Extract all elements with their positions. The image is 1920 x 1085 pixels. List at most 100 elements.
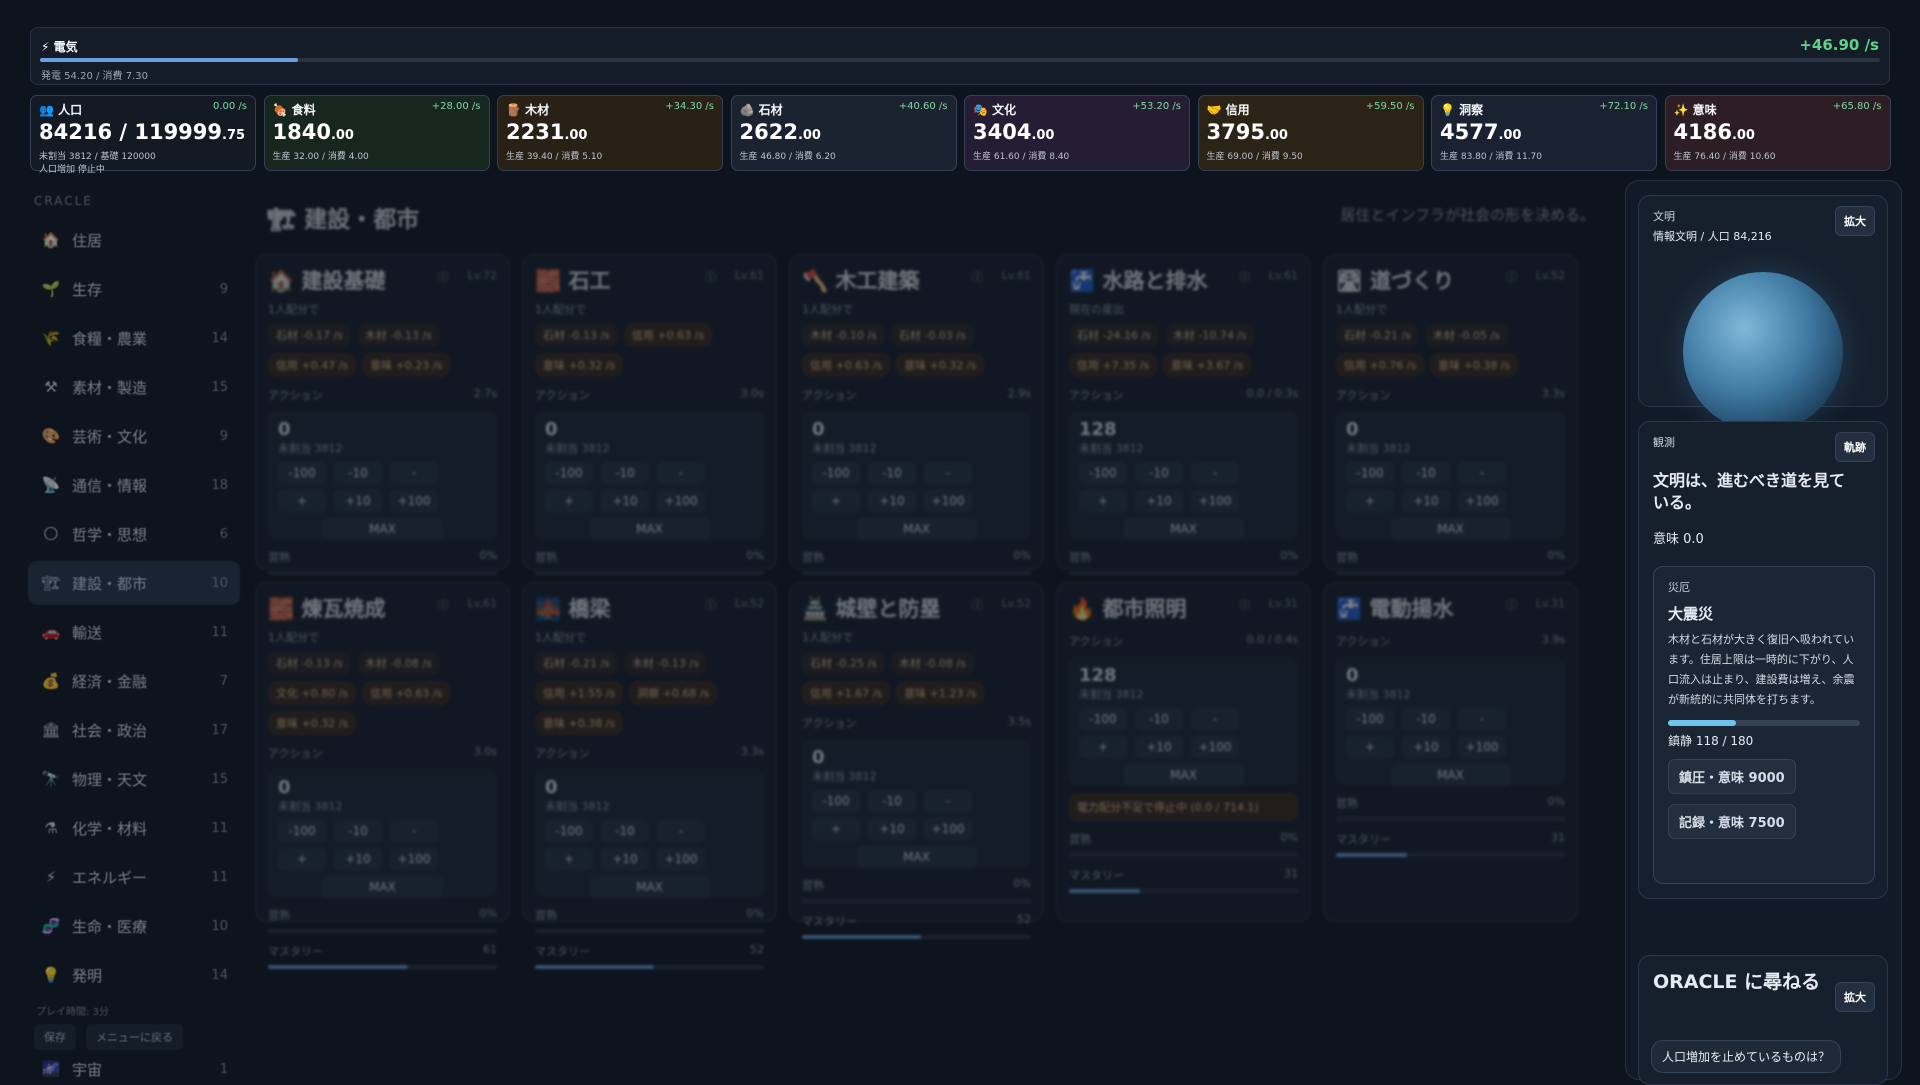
adjust-button[interactable]: +10 xyxy=(334,490,382,512)
adjust-button[interactable]: - xyxy=(924,462,972,484)
adjust-button[interactable]: -10 xyxy=(601,462,649,484)
adjust-button[interactable]: +10 xyxy=(1402,490,1450,512)
adjust-button[interactable]: + xyxy=(812,818,860,840)
sidebar-item[interactable]: ⚡ エネルギー 11 xyxy=(28,855,240,899)
adjust-button[interactable]: -100 xyxy=(545,820,593,842)
info-icon[interactable]: ⓘ xyxy=(1239,597,1250,613)
adjust-button[interactable]: + xyxy=(545,490,593,512)
save-button[interactable]: 保存 xyxy=(34,1024,76,1050)
sidebar-item[interactable]: 🏗 建設・都市 10 xyxy=(28,561,240,605)
adjust-button[interactable]: +100 xyxy=(924,490,972,512)
info-icon[interactable]: ⓘ xyxy=(438,597,449,613)
adjust-button[interactable]: - xyxy=(657,820,705,842)
sidebar-item[interactable]: 📡 通信・情報 18 xyxy=(28,463,240,507)
adjust-button[interactable]: - xyxy=(1191,462,1239,484)
record-button[interactable]: 記録・意味 7500 xyxy=(1668,804,1796,839)
adjust-button[interactable]: -100 xyxy=(1079,462,1127,484)
adjust-button[interactable]: -100 xyxy=(812,462,860,484)
max-button[interactable]: MAX xyxy=(1390,518,1511,540)
max-button[interactable]: MAX xyxy=(322,518,443,540)
max-button[interactable]: MAX xyxy=(1123,764,1244,786)
info-icon[interactable]: ⓘ xyxy=(438,269,449,285)
menu-button[interactable]: メニューに戻る xyxy=(86,1024,183,1050)
adjust-button[interactable]: +100 xyxy=(657,848,705,870)
adjust-button[interactable]: - xyxy=(390,462,438,484)
adjust-button[interactable]: -100 xyxy=(1079,708,1127,730)
adjust-button[interactable]: + xyxy=(278,848,326,870)
adjust-button[interactable]: +100 xyxy=(657,490,705,512)
adjust-button[interactable]: +100 xyxy=(1458,490,1506,512)
max-button[interactable]: MAX xyxy=(856,846,977,868)
max-button[interactable]: MAX xyxy=(1123,518,1244,540)
adjust-button[interactable]: +10 xyxy=(1402,736,1450,758)
max-button[interactable]: MAX xyxy=(322,876,443,898)
sidebar-item[interactable]: 🏛 社会・政治 17 xyxy=(28,708,240,752)
adjust-button[interactable]: -100 xyxy=(278,462,326,484)
adjust-button[interactable]: -100 xyxy=(1346,708,1394,730)
adjust-button[interactable]: + xyxy=(1079,490,1127,512)
civ-expand-button[interactable]: 拡大 xyxy=(1835,206,1875,236)
adjust-button[interactable]: + xyxy=(545,848,593,870)
adjust-button[interactable]: -100 xyxy=(1346,462,1394,484)
sidebar-item[interactable]: 🚗 輸送 11 xyxy=(28,610,240,654)
adjust-button[interactable]: -10 xyxy=(1135,462,1183,484)
info-icon[interactable]: ⓘ xyxy=(1506,269,1517,285)
sidebar-item[interactable]: 🎨 芸術・文化 9 xyxy=(28,414,240,458)
adjust-button[interactable]: +10 xyxy=(334,848,382,870)
oracle-question[interactable]: 人口増加を止めているものは？ xyxy=(1651,1040,1842,1073)
adjust-button[interactable]: + xyxy=(1346,490,1394,512)
sidebar-item[interactable]: 🌾 食糧・農業 14 xyxy=(28,316,240,360)
info-icon[interactable]: ⓘ xyxy=(1506,597,1517,613)
adjust-button[interactable]: - xyxy=(924,790,972,812)
adjust-button[interactable]: +10 xyxy=(1135,490,1183,512)
adjust-button[interactable]: - xyxy=(1458,708,1506,730)
adjust-button[interactable]: -100 xyxy=(812,790,860,812)
info-icon[interactable]: ⓘ xyxy=(972,597,983,613)
info-icon[interactable]: ⓘ xyxy=(705,597,716,613)
adjust-button[interactable]: +100 xyxy=(1191,736,1239,758)
adjust-button[interactable]: +10 xyxy=(868,818,916,840)
oracle-expand-button[interactable]: 拡大 xyxy=(1835,982,1875,1012)
adjust-button[interactable]: +100 xyxy=(390,848,438,870)
adjust-button[interactable]: + xyxy=(278,490,326,512)
adjust-button[interactable]: +10 xyxy=(868,490,916,512)
adjust-button[interactable]: + xyxy=(1079,736,1127,758)
sidebar-item[interactable]: ⚗ 化学・材料 11 xyxy=(28,806,240,850)
sidebar-item[interactable]: 💰 経済・金融 7 xyxy=(28,659,240,703)
adjust-button[interactable]: -10 xyxy=(334,820,382,842)
sidebar-item[interactable]: 🏠 住居 xyxy=(28,218,240,262)
adjust-button[interactable]: - xyxy=(390,820,438,842)
sidebar-item[interactable]: 🌕 哲学・思想 6 xyxy=(28,512,240,556)
sidebar-item[interactable]: 🔭 物理・天文 15 xyxy=(28,757,240,801)
adjust-button[interactable]: - xyxy=(1191,708,1239,730)
adjust-button[interactable]: +10 xyxy=(601,848,649,870)
max-button[interactable]: MAX xyxy=(589,518,710,540)
adjust-button[interactable]: +10 xyxy=(601,490,649,512)
sidebar-item[interactable]: 💡 発明 14 xyxy=(28,953,240,997)
sidebar-item[interactable]: 🧬 生命・医療 10 xyxy=(28,904,240,948)
adjust-button[interactable]: +100 xyxy=(1458,736,1506,758)
adjust-button[interactable]: -10 xyxy=(334,462,382,484)
adjust-button[interactable]: -10 xyxy=(868,790,916,812)
adjust-button[interactable]: -10 xyxy=(1402,708,1450,730)
suppress-button[interactable]: 鎮圧・意味 9000 xyxy=(1668,759,1796,794)
adjust-button[interactable]: -10 xyxy=(1135,708,1183,730)
adjust-button[interactable]: +100 xyxy=(390,490,438,512)
info-icon[interactable]: ⓘ xyxy=(1239,269,1250,285)
max-button[interactable]: MAX xyxy=(856,518,977,540)
sidebar-item[interactable]: ⚒ 素材・製造 15 xyxy=(28,365,240,409)
adjust-button[interactable]: + xyxy=(1346,736,1394,758)
adjust-button[interactable]: -10 xyxy=(1402,462,1450,484)
adjust-button[interactable]: - xyxy=(1458,462,1506,484)
sidebar-item[interactable]: 🌱 生存 9 xyxy=(28,267,240,311)
adjust-button[interactable]: + xyxy=(812,490,860,512)
info-icon[interactable]: ⓘ xyxy=(972,269,983,285)
adjust-button[interactable]: +100 xyxy=(1191,490,1239,512)
adjust-button[interactable]: - xyxy=(657,462,705,484)
adjust-button[interactable]: -100 xyxy=(545,462,593,484)
max-button[interactable]: MAX xyxy=(589,876,710,898)
max-button[interactable]: MAX xyxy=(1390,764,1511,786)
adjust-button[interactable]: +10 xyxy=(1135,736,1183,758)
adjust-button[interactable]: -10 xyxy=(868,462,916,484)
adjust-button[interactable]: +100 xyxy=(924,818,972,840)
